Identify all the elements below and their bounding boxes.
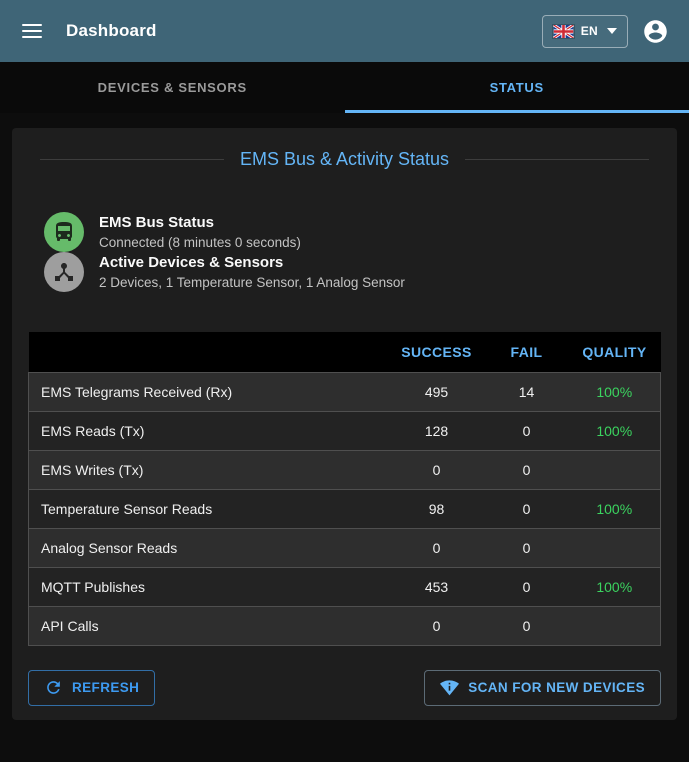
row-quality-value (569, 606, 661, 645)
row-quality-value: 100% (569, 567, 661, 606)
account-circle-icon (642, 18, 669, 45)
table-row: EMS Writes (Tx)00 (29, 450, 661, 489)
language-code: EN (581, 24, 598, 38)
row-label: MQTT Publishes (29, 567, 389, 606)
table-row: Analog Sensor Reads00 (29, 528, 661, 567)
col-header-blank (29, 332, 389, 372)
col-header-quality: QUALITY (569, 332, 661, 372)
bus-icon (52, 220, 76, 244)
device-hub-avatar (44, 252, 84, 292)
row-label: EMS Writes (Tx) (29, 450, 389, 489)
card-title: EMS Bus & Activity Status (28, 148, 661, 170)
refresh-button[interactable]: REFRESH (28, 670, 155, 706)
row-quality-value (569, 528, 661, 567)
ems-bus-status-title: EMS Bus Status (99, 213, 301, 233)
row-label: Analog Sensor Reads (29, 528, 389, 567)
table-row: EMS Telegrams Received (Rx)49514100% (29, 372, 661, 411)
col-header-fail: FAIL (485, 332, 569, 372)
row-label: Temperature Sensor Reads (29, 489, 389, 528)
app-header: Dashboard EN (0, 0, 689, 62)
tab-bar: DEVICES & SENSORS STATUS (0, 62, 689, 113)
account-button[interactable] (635, 11, 675, 51)
row-quality-value (569, 450, 661, 489)
hamburger-icon (22, 24, 42, 38)
row-label: EMS Telegrams Received (Rx) (29, 372, 389, 411)
refresh-button-label: REFRESH (72, 680, 139, 695)
bus-avatar (44, 212, 84, 252)
active-devices-title: Active Devices & Sensors (99, 253, 405, 273)
ems-bus-status-value: Connected (8 minutes 0 seconds) (99, 233, 301, 252)
active-tab-indicator (345, 110, 689, 113)
tab-status[interactable]: STATUS (345, 62, 689, 113)
device-hub-icon (52, 260, 76, 284)
menu-button[interactable] (12, 11, 52, 51)
row-success-value: 0 (389, 606, 485, 645)
table-row: Temperature Sensor Reads980100% (29, 489, 661, 528)
row-quality-value: 100% (569, 411, 661, 450)
row-fail-value: 0 (485, 489, 569, 528)
row-fail-value: 0 (485, 411, 569, 450)
tab-devices-sensors[interactable]: DEVICES & SENSORS (0, 62, 345, 113)
row-quality-value: 100% (569, 372, 661, 411)
row-success-value: 0 (389, 528, 485, 567)
chevron-down-icon (607, 28, 617, 34)
page-title: Dashboard (66, 21, 542, 41)
table-row: EMS Reads (Tx)1280100% (29, 411, 661, 450)
card-actions: REFRESH SCAN FOR NEW DEVICES (28, 670, 661, 706)
active-devices-item: Active Devices & Sensors 2 Devices, 1 Te… (44, 252, 661, 292)
table-row: MQTT Publishes4530100% (29, 567, 661, 606)
scan-devices-button[interactable]: SCAN FOR NEW DEVICES (424, 670, 661, 706)
row-fail-value: 0 (485, 567, 569, 606)
scan-wifi-icon (440, 678, 459, 697)
activity-table: SUCCESS FAIL QUALITY EMS Telegrams Recei… (28, 332, 661, 646)
row-success-value: 453 (389, 567, 485, 606)
row-success-value: 98 (389, 489, 485, 528)
refresh-icon (44, 678, 63, 697)
activity-table-body: EMS Telegrams Received (Rx)49514100%EMS … (29, 372, 661, 645)
uk-flag-icon (553, 25, 574, 38)
row-success-value: 495 (389, 372, 485, 411)
scan-devices-button-label: SCAN FOR NEW DEVICES (468, 680, 645, 695)
row-fail-value: 0 (485, 606, 569, 645)
language-selector[interactable]: EN (542, 15, 628, 48)
col-header-success: SUCCESS (389, 332, 485, 372)
row-quality-value: 100% (569, 489, 661, 528)
row-fail-value: 0 (485, 528, 569, 567)
row-success-value: 128 (389, 411, 485, 450)
row-success-value: 0 (389, 450, 485, 489)
row-label: EMS Reads (Tx) (29, 411, 389, 450)
status-card: EMS Bus & Activity Status EMS Bus Status… (12, 128, 677, 720)
table-header-row: SUCCESS FAIL QUALITY (29, 332, 661, 372)
ems-bus-status-item: EMS Bus Status Connected (8 minutes 0 se… (44, 212, 661, 252)
row-fail-value: 14 (485, 372, 569, 411)
active-devices-value: 2 Devices, 1 Temperature Sensor, 1 Analo… (99, 273, 405, 292)
table-row: API Calls00 (29, 606, 661, 645)
row-fail-value: 0 (485, 450, 569, 489)
row-label: API Calls (29, 606, 389, 645)
